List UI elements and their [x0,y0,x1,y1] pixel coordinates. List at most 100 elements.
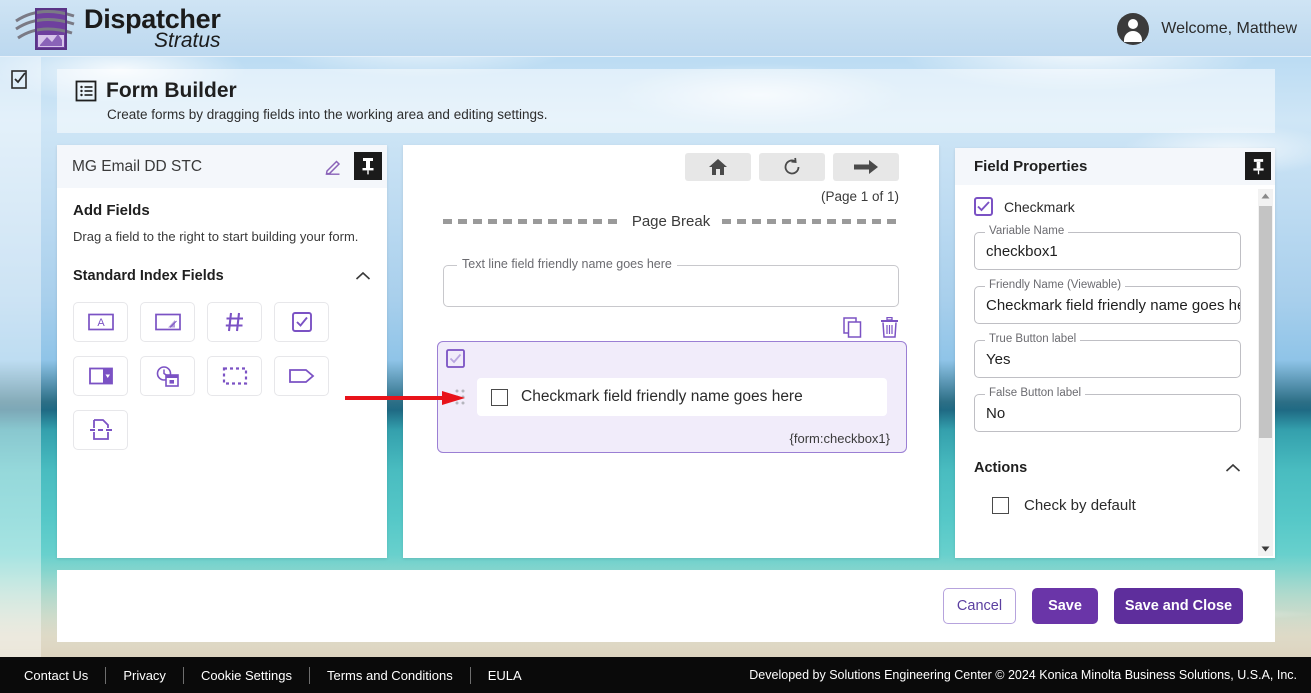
field-type-dropdown[interactable] [73,356,128,396]
left-nav-rail [0,57,41,657]
standard-index-fields-section-header[interactable]: Standard Index Fields [73,268,371,284]
field-type-group[interactable] [207,356,262,396]
scrollbar-down-arrow[interactable] [1258,542,1273,556]
drag-handle-icon[interactable] [454,388,466,406]
trash-delete-icon[interactable] [880,317,899,338]
date-time-icon [156,365,179,387]
field-type-checkmark[interactable] [274,302,329,342]
check-by-default-checkbox[interactable] [992,497,1009,514]
pin-icon [362,158,374,175]
page-subtitle: Create forms by dragging fields into the… [107,107,548,122]
refresh-button[interactable] [759,153,825,181]
form-action-bar: Cancel Save Save and Close [57,570,1275,642]
canvas-text-line-field[interactable]: Text line field friendly name goes here [443,257,899,307]
variable-name-input[interactable]: Variable Name checkbox1 [974,225,1241,270]
chevron-down-icon [1261,546,1270,552]
field-action-icons [843,317,899,338]
footer-copyright: Developed by Solutions Engineering Cente… [749,668,1297,682]
next-page-button[interactable] [833,153,899,181]
friendly-name-input[interactable]: Friendly Name (Viewable) Checkmark field… [974,279,1241,324]
page-title: Form Builder [106,79,237,102]
add-fields-heading: Add Fields [73,202,150,219]
pin-left-panel-button[interactable] [354,152,382,180]
field-properties-scrollbar[interactable] [1258,189,1273,556]
welcome-text: Welcome, Matthew [1161,19,1297,37]
save-button[interactable]: Save [1032,588,1098,624]
canvas-checkmark-checkbox[interactable] [491,388,508,406]
footer-links: Contact Us Privacy Cookie Settings Terms… [0,666,539,684]
checkbox-form-icon[interactable] [11,70,29,90]
page-break-label: Page Break [631,213,711,230]
pencil-edit-icon[interactable] [324,157,343,176]
refresh-icon [784,157,800,175]
cancel-button[interactable]: Cancel [943,588,1016,624]
page-break-dash-right [722,219,900,224]
app-logo[interactable]: Dispatcher Stratus [0,6,221,51]
page-header: Form Builder Create forms by dragging fi… [57,69,1275,133]
canvas-checkmark-label: Checkmark field friendly name goes here [521,388,803,405]
field-type-date-time[interactable] [140,356,195,396]
svg-text:A: A [97,317,105,329]
home-button[interactable] [685,153,751,181]
checkmark-icon [291,312,312,332]
footer-link-cookie-settings[interactable]: Cookie Settings [184,668,309,683]
form-builder-app: Dispatcher Stratus Welcome, Matthew Form… [0,0,1311,693]
check-glyph-icon [977,201,990,212]
check-by-default-row[interactable]: Check by default [974,497,1241,514]
field-type-page-break[interactable] [73,410,128,450]
add-fields-panel: MG Email DD STC Add Fields Drag a field … [57,145,387,558]
friendly-name-value: Checkmark field friendly name goes here [986,296,1240,314]
chevron-up-icon [1261,193,1270,199]
checkmark-type-icon [446,349,465,368]
false-button-label-value: No [986,404,1006,422]
form-name-label: MG Email DD STC [72,157,203,175]
field-type-number[interactable] [207,302,262,342]
field-properties-title: Field Properties [974,158,1088,175]
actions-title: Actions [974,460,1028,476]
field-properties-panel: Field Properties Checkmark Variable Name… [955,148,1275,558]
copy-icon[interactable] [843,317,862,338]
canvas-checkmark-field-selected[interactable]: Checkmark field friendly name goes here … [437,341,907,453]
field-properties-body: Checkmark Variable Name checkbox1 Friend… [955,185,1275,558]
arrow-right-icon [854,160,878,174]
field-properties-header: Field Properties [955,148,1275,185]
add-fields-hint: Drag a field to the right to start build… [73,229,359,244]
canvas-toolbar [685,153,899,181]
field-type-label: Checkmark [1004,198,1075,215]
dotted-group-icon [222,367,247,385]
true-button-label-input[interactable]: True Button label Yes [974,333,1241,378]
false-button-label-input[interactable]: False Button label No [974,387,1241,432]
footer-link-eula[interactable]: EULA [471,668,539,683]
user-avatar-icon [1117,12,1150,45]
friendly-name-legend: Friendly Name (Viewable) [985,279,1126,291]
form-list-icon [75,80,97,102]
false-button-label-legend: False Button label [985,387,1086,399]
field-type-text-line[interactable]: A [73,302,128,342]
form-canvas-panel: (Page 1 of 1) Page Break Text line field… [403,145,939,558]
field-type-text-area[interactable] [140,302,195,342]
chevron-up-icon [1225,463,1241,472]
save-and-close-button[interactable]: Save and Close [1114,588,1243,624]
dropdown-icon [88,367,113,385]
true-button-label-legend: True Button label [985,333,1081,345]
hash-number-icon [225,312,243,332]
home-icon [709,159,727,175]
form-name-header: MG Email DD STC [57,145,387,188]
footer-link-contact-us[interactable]: Contact Us [7,668,105,683]
chevron-up-icon [355,271,371,280]
footer-link-terms-and-conditions[interactable]: Terms and Conditions [310,668,470,683]
field-type-row: Checkmark [974,197,1241,216]
variable-name-legend: Variable Name [985,225,1069,237]
scrollbar-up-arrow[interactable] [1258,189,1273,203]
page-counter: (Page 1 of 1) [820,189,899,204]
check-by-default-label: Check by default [1024,497,1136,514]
text-line-icon: A [87,313,114,331]
actions-section-header[interactable]: Actions [974,460,1241,476]
footer-link-privacy[interactable]: Privacy [106,668,183,683]
pin-right-panel-button[interactable] [1245,152,1271,180]
field-type-grid: A [73,302,371,450]
user-welcome-area[interactable]: Welcome, Matthew [1117,0,1297,57]
page-break-divider: Page Break [443,213,900,230]
field-type-label[interactable] [274,356,329,396]
scrollbar-thumb[interactable] [1259,206,1272,438]
